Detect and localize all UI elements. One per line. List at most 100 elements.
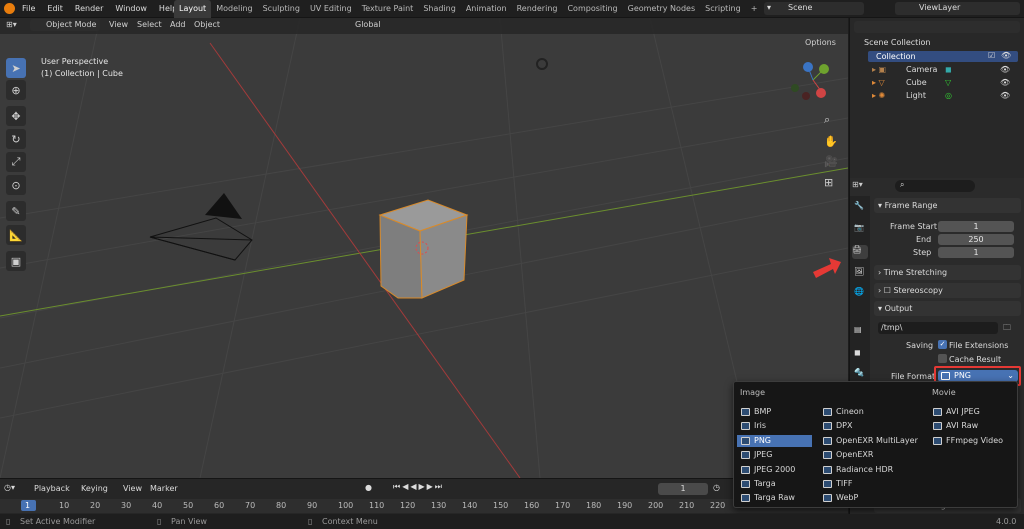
editor-type-icon[interactable]: ⊞▾: [6, 20, 17, 29]
transform-tool[interactable]: ⊙: [6, 175, 26, 195]
output-path-field[interactable]: /tmp\: [878, 322, 998, 334]
format-option-openexr[interactable]: OpenEXR: [819, 449, 924, 461]
view-layer-tab-icon[interactable]: 🖼: [854, 267, 864, 276]
modifier-tab-icon[interactable]: 🔩: [854, 368, 864, 377]
playback-controls-icon[interactable]: ⏮◀◀▶▶⏭: [393, 482, 444, 492]
menu-select[interactable]: Select: [137, 20, 162, 29]
timer-icon[interactable]: ◷: [713, 483, 720, 492]
cache-result-checkbox[interactable]: [938, 354, 947, 363]
frame-end-field[interactable]: 250: [938, 234, 1014, 245]
blender-logo-icon[interactable]: [4, 3, 15, 14]
frame-range-panel[interactable]: ▾ Frame Range: [874, 198, 1021, 213]
menu-file[interactable]: File: [16, 0, 41, 18]
x-axis-icon[interactable]: [816, 88, 826, 98]
annotate-tool[interactable]: ✎: [6, 201, 26, 221]
scene-tab-icon[interactable]: 🌐: [854, 287, 864, 296]
outliner-item-camera[interactable]: ▸ ▣ Camera ◼ 👁: [872, 65, 1022, 76]
tab-modeling[interactable]: Modeling: [211, 0, 257, 18]
light-object[interactable]: [536, 58, 548, 70]
frame-start-field[interactable]: 1: [938, 221, 1014, 232]
format-option-png[interactable]: PNG: [737, 434, 812, 447]
tab-sculpting[interactable]: Sculpting: [258, 0, 305, 18]
move-tool[interactable]: ✥: [6, 106, 26, 126]
format-option-radiance-hdr[interactable]: Radiance HDR: [819, 464, 924, 476]
eye-icon[interactable]: 👁: [1000, 65, 1010, 74]
tab-compositing[interactable]: Compositing: [562, 0, 622, 18]
format-option-webp[interactable]: WebP: [819, 492, 924, 504]
neg-x-icon[interactable]: [802, 92, 810, 100]
neg-y-icon[interactable]: [791, 84, 799, 92]
add-cube-tool[interactable]: ▣: [6, 251, 26, 271]
format-option-tiff[interactable]: TIFF: [819, 478, 924, 490]
format-option-targa[interactable]: Targa: [737, 478, 812, 490]
frame-step-field[interactable]: 1: [938, 247, 1014, 258]
tab-layout[interactable]: Layout: [174, 0, 212, 18]
record-icon[interactable]: ●: [365, 483, 372, 492]
format-option-dpx[interactable]: DPX: [819, 420, 924, 432]
format-option-jpeg-2000[interactable]: JPEG 2000: [737, 464, 812, 476]
hand-pan-icon[interactable]: ✋: [824, 135, 838, 148]
cursor-tool[interactable]: ⊕: [6, 80, 26, 100]
tab-animation[interactable]: Animation: [461, 0, 512, 18]
measure-tool[interactable]: 📐: [6, 225, 26, 245]
scene-selector[interactable]: ▾ Scene: [764, 2, 864, 15]
format-option-iris[interactable]: Iris: [737, 420, 812, 432]
mode-dropdown[interactable]: Object Mode: [30, 19, 100, 31]
select-box-tool[interactable]: ➤: [6, 58, 26, 78]
menu-view[interactable]: View: [109, 20, 128, 29]
eye-icon[interactable]: 👁: [1001, 51, 1011, 60]
frame-ruler[interactable]: 1 10 20 30 40 50 60 70 80 90 100 110 120 130 140 150 160…: [0, 499, 848, 513]
timeline-menu-keying[interactable]: Keying: [81, 484, 108, 493]
3d-viewport[interactable]: [0, 18, 848, 478]
timeline-menu-playback[interactable]: Playback: [34, 484, 70, 493]
format-option-jpeg[interactable]: JPEG: [737, 449, 812, 461]
outliner-item-light[interactable]: ▸ ✺ Light ◎ 👁: [872, 91, 1022, 102]
cube-object[interactable]: [378, 199, 469, 299]
object-tab-icon[interactable]: ◼: [854, 348, 861, 357]
format-option-cineon[interactable]: Cineon: [819, 406, 924, 418]
stereoscopy-panel[interactable]: › ☐ Stereoscopy: [874, 283, 1021, 298]
collection-row[interactable]: Collection ☑ 👁: [868, 51, 1018, 62]
tab-rendering[interactable]: Rendering: [512, 0, 563, 18]
format-option-avi-raw[interactable]: AVI Raw: [929, 420, 1024, 432]
time-stretching-panel[interactable]: › Time Stretching: [874, 265, 1021, 280]
zoom-icon[interactable]: ⌕: [824, 113, 830, 127]
timeline-menu-view[interactable]: View: [123, 484, 142, 493]
navigation-gizmo[interactable]: [785, 58, 843, 106]
format-option-avi-jpeg[interactable]: AVI JPEG: [929, 406, 1024, 418]
render-tab-icon[interactable]: 📷: [854, 223, 864, 232]
orientation-dropdown[interactable]: Global: [355, 20, 381, 29]
menu-object[interactable]: Object: [194, 20, 220, 29]
tool-tab-icon[interactable]: 🔧: [854, 201, 864, 210]
grid-perspective-icon[interactable]: ⊞: [824, 176, 833, 189]
scale-tool[interactable]: ⤢: [6, 152, 26, 172]
menu-window[interactable]: Window: [109, 0, 153, 18]
current-frame-field[interactable]: 1: [658, 483, 708, 495]
options-button[interactable]: Options: [805, 38, 836, 47]
clock-icon[interactable]: ◷▾: [4, 483, 15, 492]
properties-search[interactable]: ⌕: [895, 180, 975, 192]
y-axis-icon[interactable]: [819, 64, 829, 74]
scene-collection-label[interactable]: Scene Collection: [864, 38, 931, 47]
tab-scripting[interactable]: Scripting: [700, 0, 746, 18]
file-extensions-checkbox[interactable]: ✓: [938, 340, 947, 349]
world-tab-icon[interactable]: ▤: [854, 325, 862, 334]
tab-texture-paint[interactable]: Texture Paint: [357, 0, 419, 18]
editor-type-icon[interactable]: ⊞▾: [852, 180, 872, 192]
folder-icon[interactable]: 🗀: [1003, 322, 1011, 336]
output-tab-icon[interactable]: 🖨: [852, 245, 868, 259]
tab-uv-editing[interactable]: UV Editing: [305, 0, 357, 18]
format-option-openexr-multilayer[interactable]: OpenEXR MultiLayer: [819, 435, 924, 447]
add-workspace-button[interactable]: +: [746, 0, 763, 18]
outliner-item-cube[interactable]: ▸ ▽ Cube ▽ 👁: [872, 78, 1022, 89]
eye-icon[interactable]: 👁: [1000, 78, 1010, 87]
rotate-tool[interactable]: ↻: [6, 129, 26, 149]
format-option-ffmpeg-video[interactable]: FFmpeg Video: [929, 435, 1024, 447]
menu-render[interactable]: Render: [69, 0, 109, 18]
z-axis-icon[interactable]: [803, 62, 813, 72]
tab-shading[interactable]: Shading: [418, 0, 461, 18]
format-option-bmp[interactable]: BMP: [737, 406, 812, 418]
menu-edit[interactable]: Edit: [41, 0, 69, 18]
view-layer-selector[interactable]: ViewLayer: [895, 2, 1020, 15]
eye-icon[interactable]: 👁: [1000, 91, 1010, 100]
